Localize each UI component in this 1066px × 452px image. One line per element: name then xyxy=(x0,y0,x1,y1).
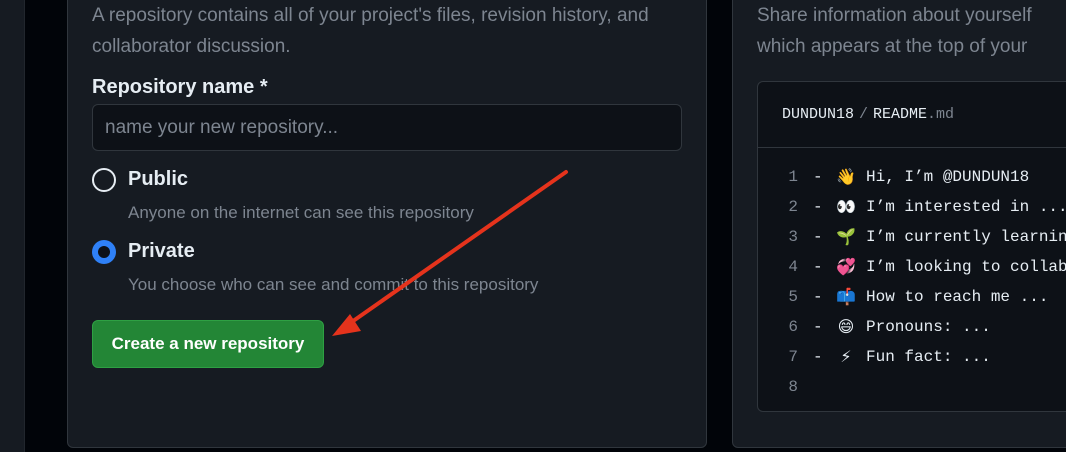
waving-hand-icon: 👋 xyxy=(836,167,856,186)
profile-description: Share information about yourself which a… xyxy=(757,0,1066,62)
create-repository-card xyxy=(67,0,707,448)
line-number: 7 xyxy=(788,348,798,366)
private-radio[interactable] xyxy=(92,240,116,264)
list-dash: - xyxy=(813,288,823,306)
repository-name-input[interactable] xyxy=(92,104,682,151)
line-number: 8 xyxy=(788,378,798,396)
revolving-hearts-icon: 💞 xyxy=(836,257,856,276)
profile-description-line-2: which appears at the top of your xyxy=(757,36,1028,57)
list-dash: - xyxy=(813,348,823,366)
path-separator: / xyxy=(859,106,869,123)
line-number: 1 xyxy=(788,168,798,186)
lightning-icon: ⚡ xyxy=(840,347,852,366)
code-line-text: Fun fact: ... xyxy=(866,348,991,366)
readme-file-extension: .md xyxy=(927,106,955,123)
readme-file-name: README xyxy=(873,106,928,123)
create-repository-button[interactable]: Create a new repository xyxy=(92,320,324,368)
line-number: 2 xyxy=(788,198,798,216)
readme-header: DUNDUN18 / README .md xyxy=(758,82,1066,148)
code-line-text: How to reach me ... xyxy=(866,288,1049,306)
mailbox-icon: 📫 xyxy=(836,287,856,306)
profile-description-line-1: Share information about yourself xyxy=(757,5,1032,26)
smiling-face-icon: 😄 xyxy=(837,317,855,336)
seedling-icon: 🌱 xyxy=(836,227,856,246)
readme-preview: DUNDUN18 / README .md 1- 👋 Hi, I’m @DUNDUN1… xyxy=(757,81,1066,412)
left-sidebar-strip xyxy=(0,0,24,452)
code-line-text: I’m interested in ... xyxy=(866,198,1066,216)
readme-repo-user: DUNDUN18 xyxy=(782,106,855,123)
eyes-icon: 👀 xyxy=(836,197,856,216)
list-dash: - xyxy=(813,168,823,186)
list-dash: - xyxy=(813,198,823,216)
repository-description: A repository contains all of your projec… xyxy=(92,5,649,57)
list-dash: - xyxy=(813,228,823,246)
line-number: 4 xyxy=(788,258,798,276)
sidebar-divider xyxy=(24,0,25,452)
public-option-title[interactable]: Public xyxy=(128,168,188,191)
public-radio[interactable] xyxy=(92,168,116,192)
line-number: 6 xyxy=(788,318,798,336)
repository-name-label: Repository name * xyxy=(92,76,268,98)
private-option-description: You choose who can see and commit to thi… xyxy=(128,275,539,294)
list-dash: - xyxy=(813,318,823,336)
private-option-title[interactable]: Private xyxy=(128,240,195,263)
public-option-description: Anyone on the internet can see this repo… xyxy=(128,203,474,222)
list-dash: - xyxy=(813,258,823,276)
code-line-text: Hi, I’m @DUNDUN18 xyxy=(866,168,1030,186)
line-number: 3 xyxy=(788,228,798,246)
code-line-text: I’m currently learning xyxy=(866,228,1066,246)
code-line-text: I’m looking to collab xyxy=(866,258,1066,276)
code-line-text: Pronouns: ... xyxy=(866,318,991,336)
line-number: 5 xyxy=(788,288,798,306)
